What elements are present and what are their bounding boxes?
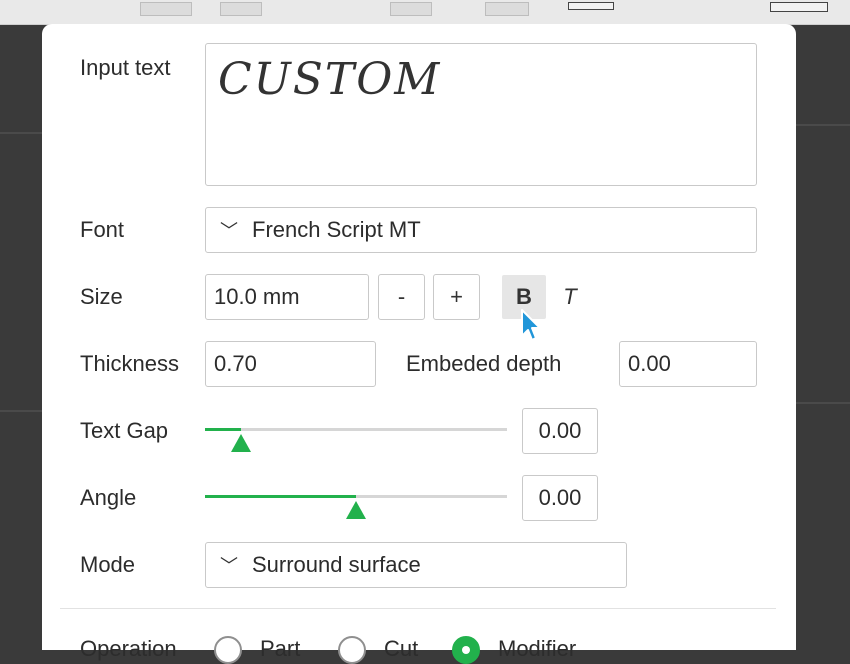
- text-gap-input-value: 0.00: [538, 418, 582, 443]
- angle-slider[interactable]: [205, 495, 507, 519]
- mode-label: Mode: [80, 552, 136, 577]
- operation-option-cut: Cut: [384, 636, 419, 661]
- section-divider: [60, 608, 776, 609]
- toolbar-item[interactable]: [770, 2, 828, 12]
- thickness-label: Thickness: [80, 351, 180, 376]
- embedded-depth-label: Embeded depth: [406, 351, 562, 376]
- toolbar-item[interactable]: [485, 2, 529, 16]
- text-gap-slider-thumb[interactable]: [231, 434, 252, 452]
- font-select[interactable]: ﹀ French Script MT: [205, 207, 757, 253]
- canvas-gridline: [0, 410, 42, 412]
- angle-input-value: 0.00: [538, 485, 582, 510]
- size-input-value: 10.0 mm: [214, 284, 300, 309]
- toolbar-item[interactable]: [390, 2, 432, 16]
- mode-select[interactable]: ﹀ Surround surface: [205, 542, 627, 588]
- cursor-icon: [521, 309, 541, 341]
- operation-option-part: Part: [260, 636, 301, 661]
- text-settings-panel: Input text CUSTOM Font ﹀ French Script M…: [42, 24, 796, 664]
- embedded-depth-input[interactable]: 0.00: [619, 341, 757, 387]
- operation-option-modifier: Modifier: [498, 636, 577, 661]
- text-gap-slider[interactable]: [205, 428, 507, 452]
- operation-radio-part[interactable]: [214, 636, 242, 664]
- embedded-depth-input-value: 0.00: [628, 351, 671, 376]
- size-increase-button[interactable]: +: [433, 274, 480, 320]
- toolbar-item[interactable]: [140, 2, 192, 16]
- text-gap-label: Text Gap: [80, 418, 169, 443]
- chevron-down-icon: ﹀: [220, 221, 238, 241]
- thickness-input[interactable]: 0.70: [205, 341, 376, 387]
- canvas-gridline: [796, 124, 850, 126]
- font-select-value: French Script MT: [252, 217, 421, 242]
- thickness-input-value: 0.70: [214, 351, 257, 376]
- italic-button[interactable]: T: [552, 275, 588, 319]
- size-decrease-button[interactable]: -: [378, 274, 425, 320]
- operation-radio-modifier[interactable]: [452, 636, 480, 664]
- canvas-gridline: [0, 132, 42, 134]
- angle-slider-thumb[interactable]: [346, 501, 366, 519]
- angle-input[interactable]: 0.00: [522, 475, 598, 521]
- operation-radio-cut[interactable]: [338, 636, 366, 664]
- size-input[interactable]: 10.0 mm: [205, 274, 369, 320]
- operation-label: Operation: [80, 636, 177, 661]
- font-label: Font: [80, 217, 125, 242]
- toolbar-item[interactable]: [568, 2, 614, 10]
- angle-slider-fill: [205, 495, 356, 498]
- canvas-gridline: [796, 402, 850, 404]
- text-gap-slider-fill: [205, 428, 242, 431]
- toolbar-item[interactable]: [220, 2, 262, 16]
- input-text-label: Input text: [80, 55, 171, 80]
- angle-label: Angle: [80, 485, 137, 510]
- chevron-down-icon: ﹀: [220, 556, 238, 576]
- input-text-area[interactable]: CUSTOM: [205, 43, 757, 186]
- top-toolbar: [0, 0, 850, 25]
- mode-select-value: Surround surface: [252, 552, 421, 577]
- text-gap-input[interactable]: 0.00: [522, 408, 598, 454]
- size-label: Size: [80, 284, 123, 309]
